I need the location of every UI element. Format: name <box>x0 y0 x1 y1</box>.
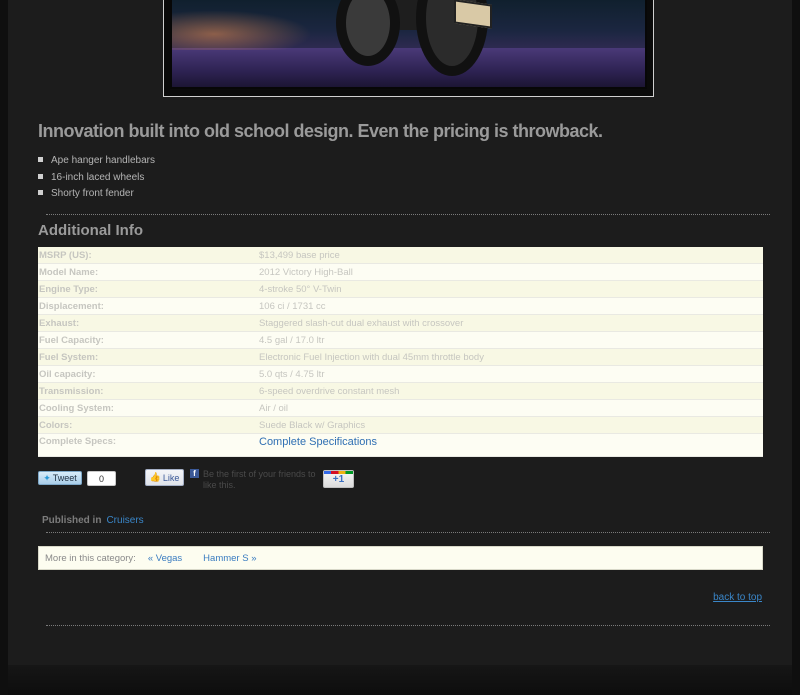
spec-value: 4-stroke 50° V-Twin <box>259 280 763 298</box>
spec-label: Exhaust: <box>38 314 259 332</box>
spec-value: Suede Black w/ Graphics <box>259 416 763 434</box>
list-item: Shorty front fender <box>38 187 155 204</box>
back-to-top-link[interactable]: back to top <box>713 592 762 603</box>
spec-value: 4.5 gal / 17.0 ltr <box>259 331 763 349</box>
thumbs-up-icon: 👍 <box>149 472 161 482</box>
page: Innovation built into old school design.… <box>0 0 800 695</box>
table-row: Exhaust: Staggered slash-cut dual exhaust… <box>38 314 763 332</box>
bullet-icon <box>38 157 43 162</box>
motorcycle-image <box>170 0 647 89</box>
spec-value: 6-speed overdrive constant mesh <box>259 382 763 400</box>
facebook-like-text: Be the first of your friends to like thi… <box>203 469 316 490</box>
facebook-icon: f <box>190 469 199 478</box>
facebook-like-button[interactable]: 👍 Like <box>145 469 184 486</box>
list-item: Ape hanger handlebars <box>38 154 155 171</box>
spec-label: Cooling System: <box>38 399 259 417</box>
spec-label: Complete Specs: <box>38 433 259 457</box>
tweet-button[interactable]: ✦ Tweet <box>38 471 82 485</box>
spec-value: $13,499 base price <box>259 247 763 264</box>
section-title: Additional Info <box>38 222 143 239</box>
spec-label: Fuel System: <box>38 348 259 366</box>
spec-value: Staggered slash-cut dual exhaust with cr… <box>259 314 763 332</box>
specs-table: MSRP (US): $13,499 base price Model Name:… <box>38 247 763 457</box>
divider <box>46 532 770 533</box>
table-row: Model Name: 2012 Victory High-Ball <box>38 263 763 281</box>
feature-list: Ape hanger handlebars 16-inch laced whee… <box>38 154 155 204</box>
tweet-count: 0 <box>87 471 116 486</box>
category-link[interactable]: Cruisers <box>106 515 143 526</box>
table-row: Fuel Capacity: 4.5 gal / 17.0 ltr <box>38 331 763 349</box>
spec-label: Oil capacity: <box>38 365 259 383</box>
table-row: Cooling System: Air / oil <box>38 399 763 417</box>
footer-shadow <box>8 665 792 695</box>
more-in-category: More in this category: « Vegas Hammer S … <box>38 546 763 570</box>
table-row: MSRP (US): $13,499 base price <box>38 247 763 264</box>
spec-label: Fuel Capacity: <box>38 331 259 349</box>
table-row: Transmission: 6-speed overdrive constant … <box>38 382 763 400</box>
spec-label: Engine Type: <box>38 280 259 298</box>
list-item: 16-inch laced wheels <box>38 171 155 188</box>
divider <box>46 214 770 215</box>
hero-image-frame <box>163 0 654 97</box>
spec-value: Air / oil <box>259 399 763 417</box>
spec-label: MSRP (US): <box>38 247 259 264</box>
spec-value: 106 ci / 1731 cc <box>259 297 763 315</box>
google-plus-one-button[interactable]: +1 <box>323 470 354 488</box>
spec-value: 5.0 qts / 4.75 ltr <box>259 365 763 383</box>
twitter-bird-icon: ✦ <box>43 472 51 483</box>
table-row: Complete Specs: Complete Specifications <box>38 433 763 457</box>
spec-label: Displacement: <box>38 297 259 315</box>
spec-label: Transmission: <box>38 382 259 400</box>
table-row: Displacement: 106 ci / 1731 cc <box>38 297 763 315</box>
prev-article-link[interactable]: « Vegas <box>148 553 182 564</box>
spec-value: 2012 Victory High-Ball <box>259 263 763 281</box>
spec-label: Model Name: <box>38 263 259 281</box>
bullet-icon <box>38 173 43 179</box>
complete-specifications-link[interactable]: Complete Specifications <box>259 436 377 448</box>
spec-value: Electronic Fuel Injection with dual 45mm… <box>259 348 763 366</box>
bullet-icon <box>38 190 43 195</box>
table-row: Fuel System: Electronic Fuel Injection wi… <box>38 348 763 366</box>
article-headline: Innovation built into old school design.… <box>38 121 603 141</box>
table-row: Oil capacity: 5.0 qts / 4.75 ltr <box>38 365 763 383</box>
published-in: Published in Cruisers <box>42 515 144 526</box>
divider <box>46 625 770 626</box>
table-row: Engine Type: 4-stroke 50° V-Twin <box>38 280 763 298</box>
table-row: Colors: Suede Black w/ Graphics <box>38 416 763 434</box>
spec-label: Colors: <box>38 416 259 434</box>
next-article-link[interactable]: Hammer S » <box>203 553 256 564</box>
